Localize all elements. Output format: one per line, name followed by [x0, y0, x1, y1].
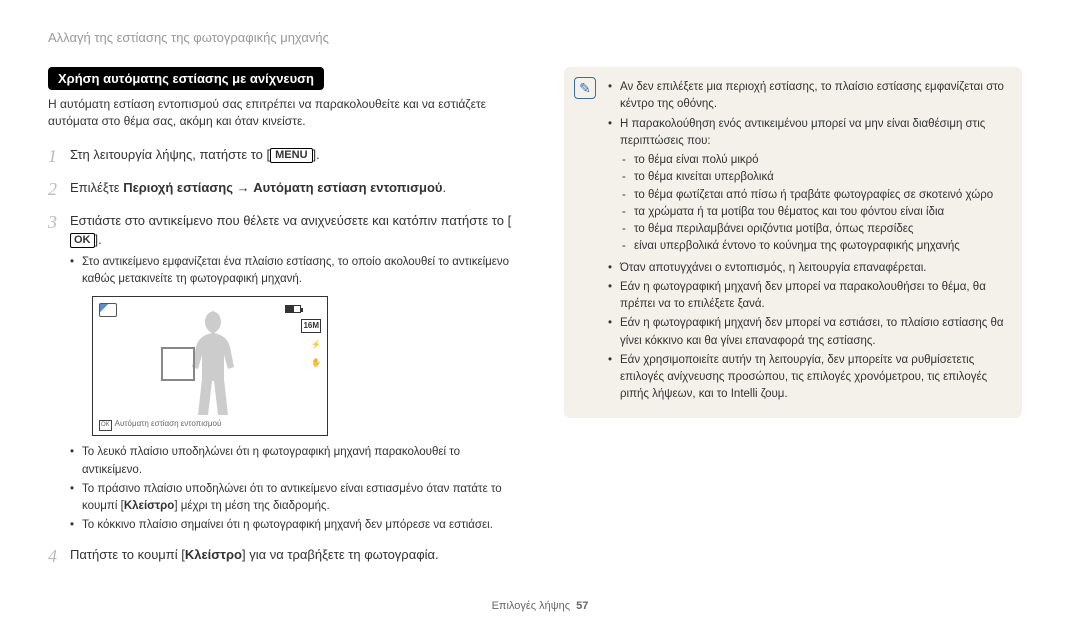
- note-b5: Εάν η φωτογραφική μηχανή δεν μπορεί να ε…: [620, 315, 1008, 350]
- step-number: 3: [48, 209, 70, 537]
- step-1: 1 Στη λειτουργία λήψης, πατήστε το [MENU…: [48, 143, 520, 170]
- bullet-dot: •: [70, 517, 82, 534]
- resolution-icon: 16M: [301, 319, 321, 333]
- right-status-icons: 16M ⚡ ✋: [301, 319, 321, 375]
- post-bullet-3: Το κόκκινο πλαίσιο σημαίνει ότι η φωτογρ…: [82, 517, 493, 534]
- note-d1: το θέμα είναι πολύ μικρό: [634, 152, 759, 169]
- note-b1: Αν δεν επιλέξετε μια περιοχή εστίασης, τ…: [620, 79, 1008, 114]
- step4-a: Πατήστε το κουμπί [: [70, 547, 185, 562]
- step-number: 1: [48, 143, 70, 170]
- step-4: 4 Πατήστε το κουμπί [Κλείστρο] για να τρ…: [48, 543, 520, 570]
- stabilizer-icon: ✋: [301, 357, 321, 369]
- note-b6: Εάν χρησιμοποιείτε αυτήν τη λειτουργία, …: [620, 352, 1008, 404]
- step2-arrow: →: [233, 180, 253, 195]
- post-bullet-2: Το πράσινο πλαίσιο υποδηλώνει ότι το αντ…: [82, 481, 520, 516]
- step3-b: ].: [95, 232, 102, 247]
- note-b2: Η παρακολούθηση ενός αντικειμένου μπορεί…: [620, 116, 1008, 151]
- bullet-dot: •: [70, 481, 82, 516]
- camera-screenshot: 16M ⚡ ✋ OKΑυτόματη εστίαση εντοπισμού: [92, 296, 328, 436]
- step1-text: Στη λειτουργία λήψης, πατήστε το [: [70, 147, 270, 162]
- section-tag: Χρήση αυτόματης εστίασης με ανίχνευση: [48, 67, 324, 90]
- right-column: ✎ •Αν δεν επιλέξετε μια περιοχή εστίασης…: [564, 67, 1022, 576]
- step-number: 4: [48, 543, 70, 570]
- mode-icon: [99, 303, 117, 317]
- step-number: 2: [48, 176, 70, 203]
- note-d4: τα χρώματα ή τα μοτίβα του θέματος και τ…: [634, 204, 944, 221]
- post-bullet-1: Το λευκό πλαίσιο υποδηλώνει ότι η φωτογρ…: [82, 444, 520, 479]
- step2-d: .: [442, 180, 446, 195]
- ok-button-icon: OK: [70, 233, 95, 248]
- note-d6: είναι υπερβολικά έντονο το κούνημα της φ…: [634, 238, 960, 255]
- step-3: 3 Εστιάστε στο αντικείμενο που θέλετε να…: [48, 209, 520, 537]
- note-b3: Όταν αποτυγχάνει ο εντοπισμός, η λειτουρ…: [620, 260, 927, 277]
- note-icon: ✎: [574, 77, 596, 99]
- step1-tail: ].: [313, 147, 320, 162]
- step4-c: ] για να τραβήξετε τη φωτογραφία.: [242, 547, 439, 562]
- battery-icon: [285, 305, 301, 313]
- step-2: 2 Επιλέξτε Περιοχή εστίασης → Αυτόματη ε…: [48, 176, 520, 203]
- intro-text: Η αυτόματη εστίαση εντοπισμού σας επιτρέ…: [48, 96, 520, 131]
- note-d3: το θέμα φωτίζεται από πίσω ή τραβάτε φωτ…: [634, 187, 993, 204]
- focus-frame: [161, 347, 195, 381]
- flash-icon: ⚡: [301, 339, 321, 351]
- screenshot-footer: OKΑυτόματη εστίαση εντοπισμού: [99, 418, 221, 431]
- note-d5: το θέμα περιλαμβάνει οριζόντια μοτίβα, ό…: [634, 221, 913, 238]
- step3-bullet: Στο αντικείμενο εμφανίζεται ένα πλαίσιο …: [82, 254, 520, 289]
- note-box: ✎ •Αν δεν επιλέξετε μια περιοχή εστίασης…: [564, 67, 1022, 418]
- note-b4: Εάν η φωτογραφική μηχανή δεν μπορεί να π…: [620, 279, 1008, 314]
- step4-b: Κλείστρο: [185, 547, 242, 562]
- step2-a: Επιλέξτε: [70, 180, 123, 195]
- step2-b: Περιοχή εστίασης: [123, 180, 233, 195]
- step3-a: Εστιάστε στο αντικείμενο που θέλετε να α…: [70, 213, 511, 228]
- page-footer: Επιλογές λήψης 57: [0, 600, 1080, 612]
- step2-c: Αυτόματη εστίαση εντοπισμού: [253, 180, 442, 195]
- left-column: Χρήση αυτόματης εστίασης με ανίχνευση Η …: [48, 67, 520, 576]
- page-header: Αλλαγή της εστίασης της φωτογραφικής μηχ…: [48, 30, 1032, 45]
- menu-button-icon: MENU: [270, 148, 312, 163]
- bullet-dot: •: [70, 444, 82, 479]
- bullet-dot: •: [70, 254, 82, 289]
- note-d2: το θέμα κινείται υπερβολικά: [634, 169, 774, 186]
